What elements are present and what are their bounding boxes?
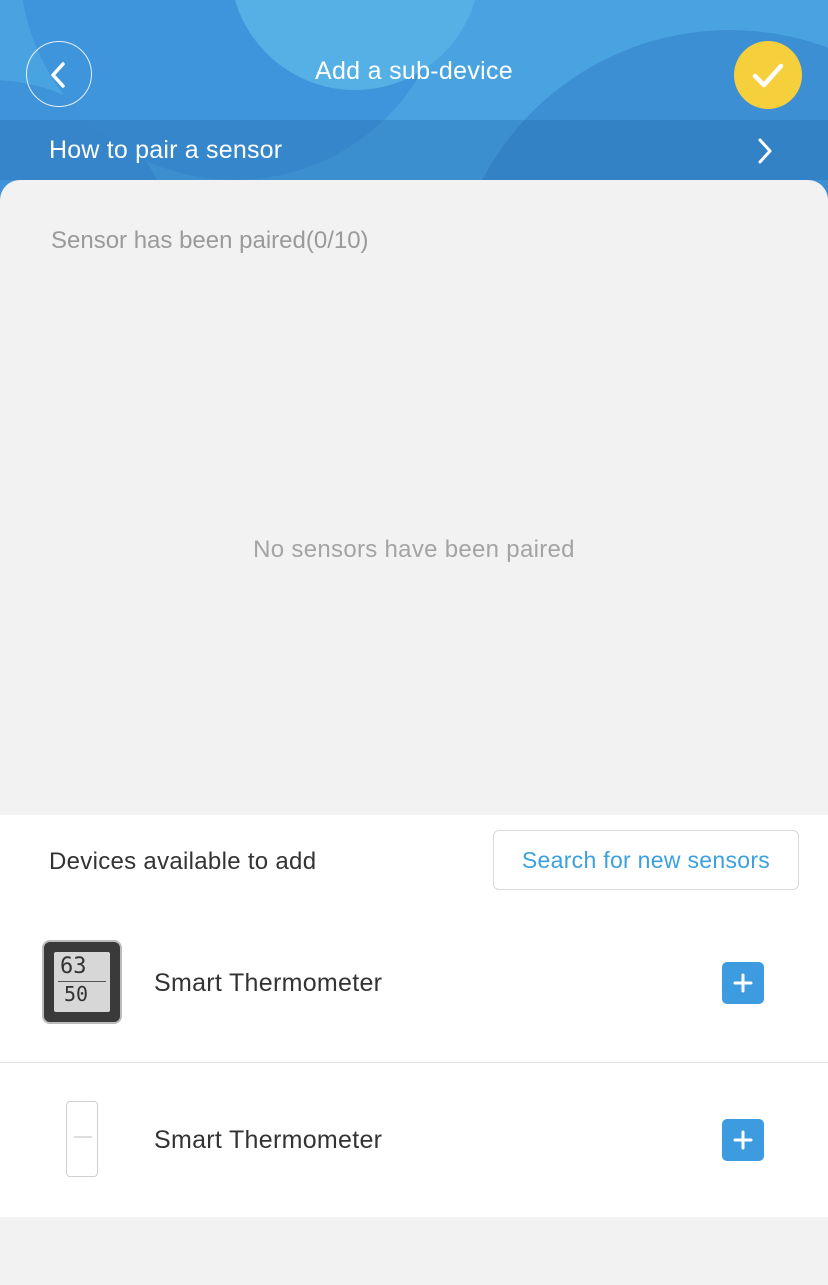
device-row[interactable]: 63 50 Smart Thermometer: [0, 905, 828, 1063]
plus-icon: [733, 1130, 753, 1150]
device-row[interactable]: Smart Thermometer: [0, 1062, 828, 1219]
lcd-thermometer-icon: 63 50: [42, 940, 122, 1024]
confirm-button[interactable]: [734, 41, 802, 109]
add-device-button[interactable]: [722, 962, 764, 1004]
chevron-right-icon: [758, 138, 772, 164]
slim-sensor-icon: [66, 1101, 98, 1177]
search-new-sensors-button[interactable]: Search for new sensors: [493, 830, 799, 890]
device-name: Smart Thermometer: [154, 1126, 383, 1154]
paired-count-label: Sensor has been paired(0/10): [51, 227, 369, 254]
empty-state-text: No sensors have been paired: [253, 536, 575, 563]
available-devices-heading: Devices available to add: [49, 848, 317, 875]
plus-icon: [733, 973, 753, 993]
display-humidity: 50: [64, 982, 89, 1006]
device-name: Smart Thermometer: [154, 969, 383, 997]
how-to-pair-label: How to pair a sensor: [49, 136, 283, 164]
page-title: Add a sub-device: [315, 57, 513, 85]
available-devices-section: Devices available to add Search for new …: [0, 815, 828, 1217]
add-device-button[interactable]: [722, 1119, 764, 1161]
header: Add a sub-device How to pair a sensor: [0, 0, 828, 200]
how-to-pair-link[interactable]: How to pair a sensor: [0, 120, 828, 180]
checkmark-icon: [752, 63, 784, 88]
display-temp: 63: [60, 954, 87, 979]
paired-sensors-panel: Sensor has been paired(0/10) No sensors …: [0, 180, 828, 820]
